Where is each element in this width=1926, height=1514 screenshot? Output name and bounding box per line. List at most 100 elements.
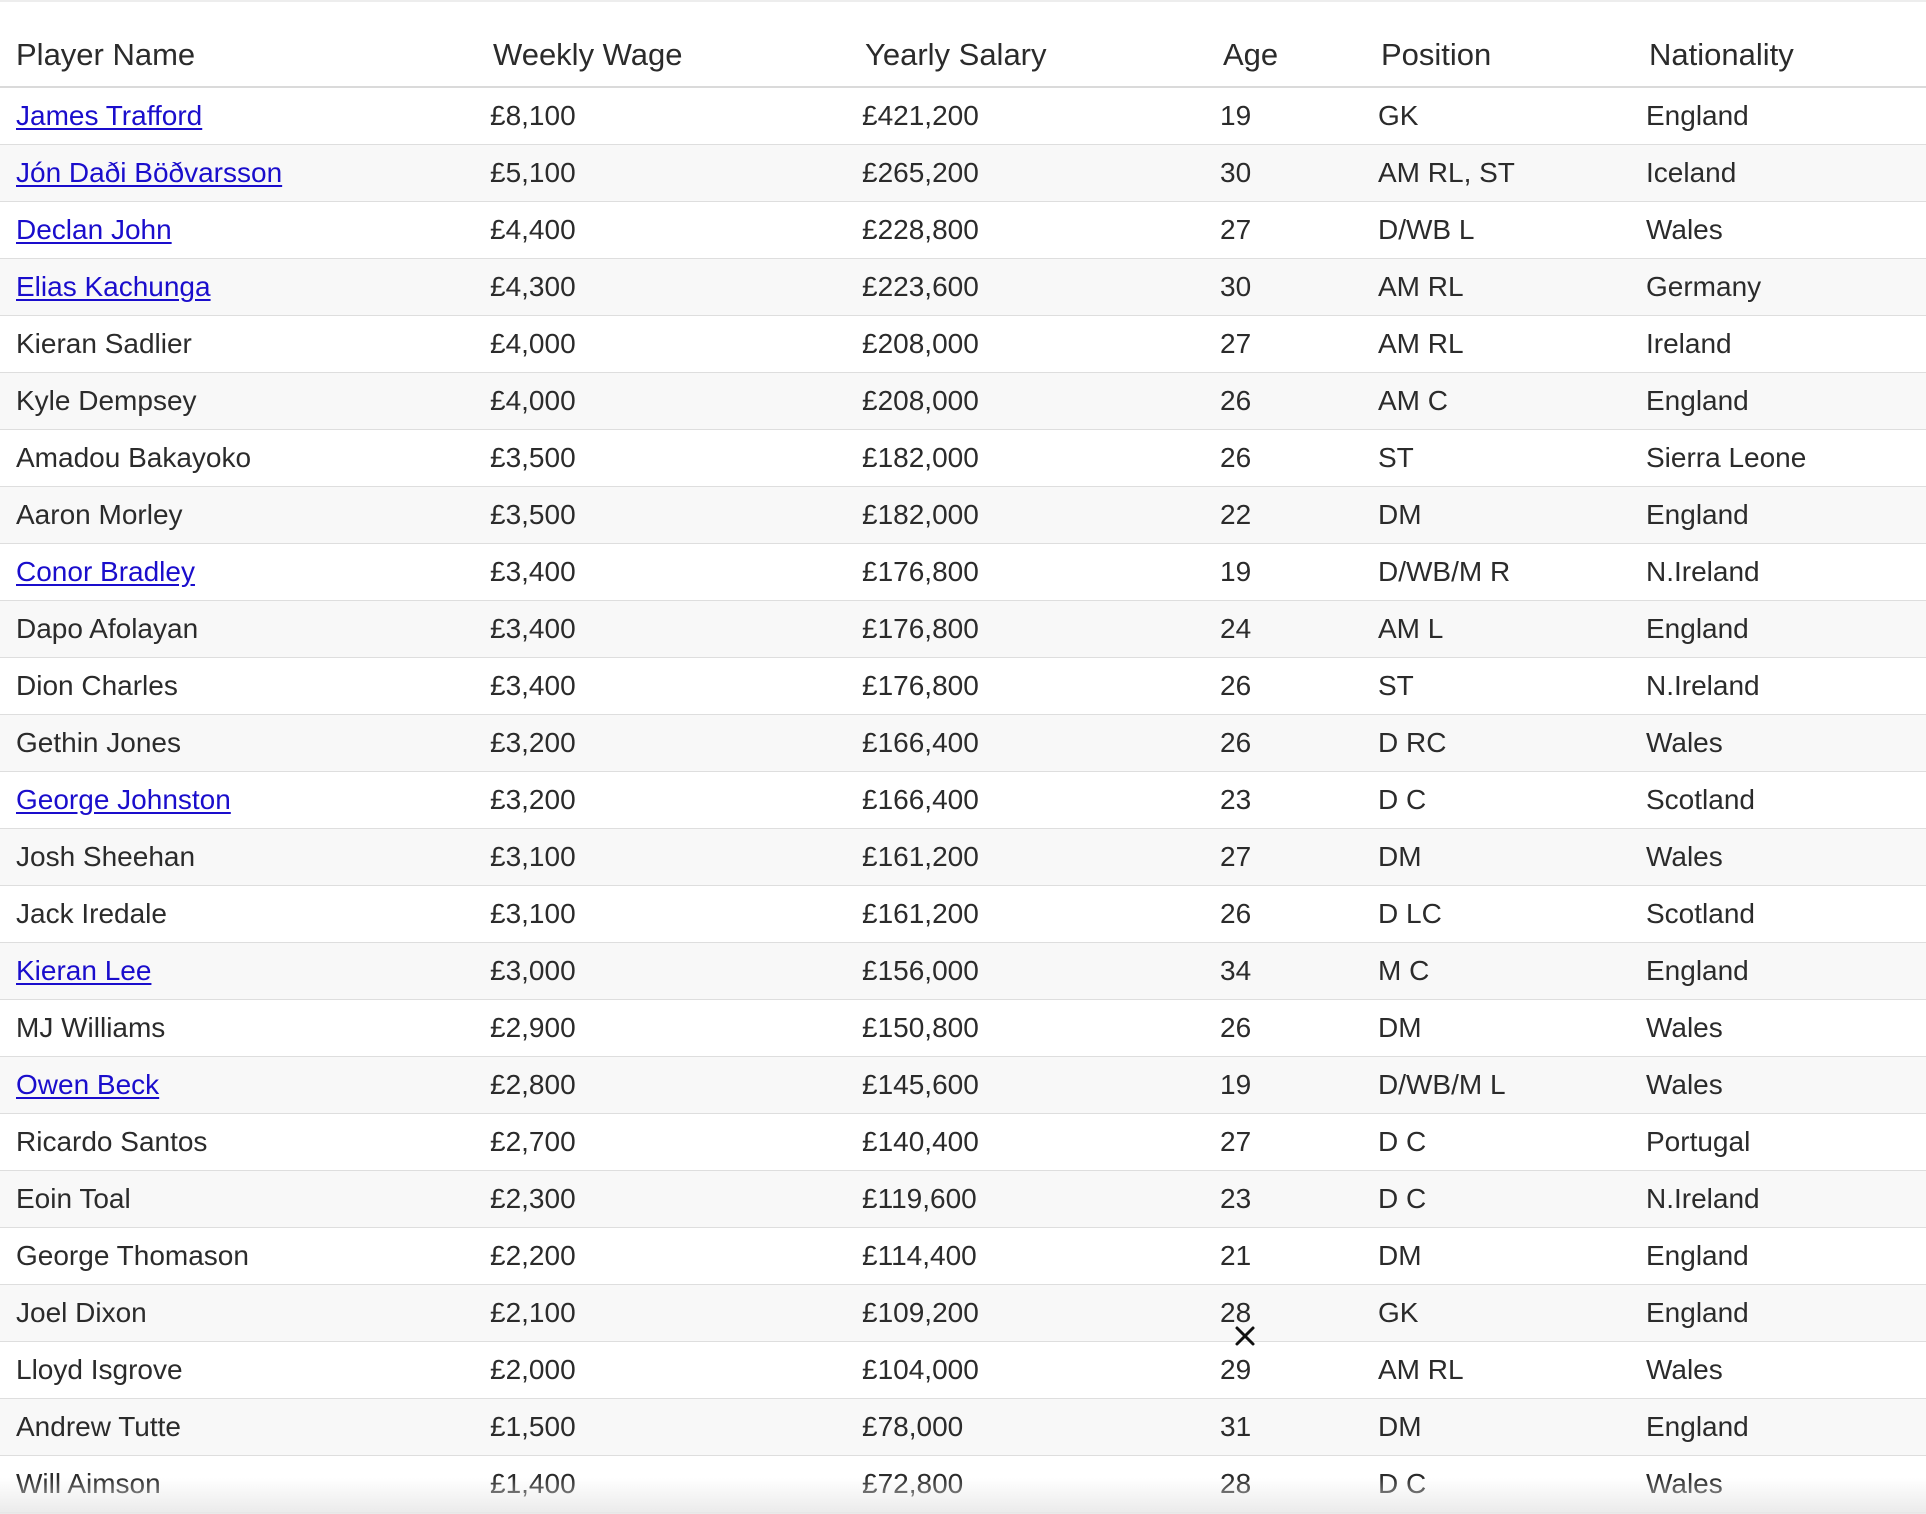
position-value: M C — [1378, 955, 1430, 986]
age-value: 26 — [1220, 898, 1252, 929]
table-row: Andrew Tutte £1,500 £78,000 31 DM England — [0, 1398, 1926, 1456]
age-cell: 21 — [1218, 1227, 1376, 1285]
nationality-cell: England — [1644, 942, 1926, 1000]
weekly-wage-cell: £3,200 — [488, 771, 860, 829]
weekly-wage-value: £2,700 — [490, 1126, 576, 1157]
header-weekly-wage[interactable]: Weekly Wage — [488, 24, 860, 88]
position-cell: D/WB/M R — [1376, 543, 1644, 601]
position-cell: DM — [1376, 1398, 1644, 1456]
header-yearly-salary[interactable]: Yearly Salary — [860, 24, 1218, 88]
yearly-salary-cell: £109,200 — [860, 1284, 1218, 1342]
weekly-wage-value: £3,400 — [490, 556, 576, 587]
position-cell: D/WB L — [1376, 201, 1644, 259]
player-link[interactable]: Elias Kachunga — [16, 271, 211, 302]
weekly-wage-cell: £2,300 — [488, 1170, 860, 1228]
age-cell: 23 — [1218, 771, 1376, 829]
age-value: 28 — [1220, 1297, 1252, 1328]
player-name-cell: George Johnston — [0, 771, 488, 829]
table-row: Aaron Morley £3,500 £182,000 22 DM England — [0, 486, 1926, 544]
nationality-value: Scotland — [1646, 784, 1755, 815]
header-age[interactable]: Age — [1218, 24, 1376, 88]
age-cell: 27 — [1218, 201, 1376, 259]
yearly-salary-cell: £166,400 — [860, 771, 1218, 829]
nationality-cell: Wales — [1644, 1056, 1926, 1114]
nationality-cell: Wales — [1644, 828, 1926, 886]
nationality-cell: England — [1644, 486, 1926, 544]
weekly-wage-value: £1,500 — [490, 1411, 576, 1442]
yearly-salary-cell: £182,000 — [860, 486, 1218, 544]
player-link[interactable]: Owen Beck — [16, 1069, 159, 1100]
yearly-salary-value: £182,000 — [862, 499, 979, 530]
weekly-wage-cell: £2,900 — [488, 999, 860, 1057]
yearly-salary-cell: £119,600 — [860, 1170, 1218, 1228]
nationality-cell: Scotland — [1644, 771, 1926, 829]
age-cell: 19 — [1218, 87, 1376, 145]
player-name: Gethin Jones — [16, 727, 181, 758]
position-cell: D/WB/M L — [1376, 1056, 1644, 1114]
yearly-salary-cell: £182,000 — [860, 429, 1218, 487]
nationality-value: England — [1646, 1240, 1749, 1271]
player-name-cell: MJ Williams — [0, 999, 488, 1057]
yearly-salary-value: £156,000 — [862, 955, 979, 986]
weekly-wage-cell: £1,500 — [488, 1398, 860, 1456]
player-name: Kyle Dempsey — [16, 385, 197, 416]
weekly-wage-cell: £5,100 — [488, 144, 860, 202]
yearly-salary-value: £265,200 — [862, 157, 979, 188]
header-position[interactable]: Position — [1376, 24, 1644, 88]
player-link[interactable]: Jón Daði Böðvarsson — [16, 157, 282, 188]
header-player-name[interactable]: Player Name — [0, 24, 488, 88]
weekly-wage-cell: £2,700 — [488, 1113, 860, 1171]
player-name: Dion Charles — [16, 670, 178, 701]
weekly-wage-value: £3,100 — [490, 898, 576, 929]
position-cell: AM L — [1376, 600, 1644, 658]
position-cell: DM — [1376, 486, 1644, 544]
player-name-cell: Kieran Sadlier — [0, 315, 488, 373]
player-name-cell: Joel Dixon — [0, 1284, 488, 1342]
player-name-cell: Gethin Jones — [0, 714, 488, 772]
weekly-wage-cell: £2,200 — [488, 1227, 860, 1285]
player-name: Eoin Toal — [16, 1183, 131, 1214]
age-cell: 24 — [1218, 600, 1376, 658]
top-divider — [0, 0, 1926, 2]
weekly-wage-cell: £3,200 — [488, 714, 860, 772]
age-value: 27 — [1220, 328, 1252, 359]
age-cell: 27 — [1218, 1113, 1376, 1171]
player-link[interactable]: Kieran Lee — [16, 955, 151, 986]
player-name-cell: Dion Charles — [0, 657, 488, 715]
age-cell: 30 — [1218, 258, 1376, 316]
position-value: DM — [1378, 1240, 1422, 1271]
age-cell: 26 — [1218, 714, 1376, 772]
yearly-salary-cell: £208,000 — [860, 372, 1218, 430]
player-link[interactable]: James Trafford — [16, 100, 202, 131]
nationality-value: England — [1646, 385, 1749, 416]
position-cell: D C — [1376, 1113, 1644, 1171]
yearly-salary-cell: £176,800 — [860, 600, 1218, 658]
player-name-cell: Aaron Morley — [0, 486, 488, 544]
yearly-salary-value: £161,200 — [862, 841, 979, 872]
player-link[interactable]: Declan John — [16, 214, 172, 245]
yearly-salary-value: £208,000 — [862, 328, 979, 359]
yearly-salary-value: £161,200 — [862, 898, 979, 929]
yearly-salary-cell: £104,000 — [860, 1341, 1218, 1399]
table-body: James Trafford £8,100 £421,200 19 GK England J… — [0, 87, 1926, 1513]
weekly-wage-value: £4,300 — [490, 271, 576, 302]
nationality-value: Wales — [1646, 1354, 1723, 1385]
player-name: MJ Williams — [16, 1012, 166, 1043]
player-link[interactable]: Conor Bradley — [16, 556, 195, 587]
table-row: Lloyd Isgrove £2,000 £104,000 29 AM RL Wales — [0, 1341, 1926, 1399]
yearly-salary-cell: £166,400 — [860, 714, 1218, 772]
table-row: Elias Kachunga £4,300 £223,600 30 AM RL Germa… — [0, 258, 1926, 316]
weekly-wage-cell: £3,000 — [488, 942, 860, 1000]
yearly-salary-value: £166,400 — [862, 727, 979, 758]
player-name-cell: Jón Daði Böðvarsson — [0, 144, 488, 202]
player-name: Aaron Morley — [16, 499, 183, 530]
player-link[interactable]: George Johnston — [16, 784, 231, 815]
age-value: 22 — [1220, 499, 1252, 530]
header-nationality[interactable]: Nationality — [1644, 24, 1926, 88]
weekly-wage-cell: £4,000 — [488, 372, 860, 430]
yearly-salary-cell: £228,800 — [860, 201, 1218, 259]
nationality-cell: N.Ireland — [1644, 657, 1926, 715]
weekly-wage-cell: £8,100 — [488, 87, 860, 145]
table-row: George Johnston £3,200 £166,400 23 D C Scotla… — [0, 771, 1926, 829]
player-name-cell: Kieran Lee — [0, 942, 488, 1000]
